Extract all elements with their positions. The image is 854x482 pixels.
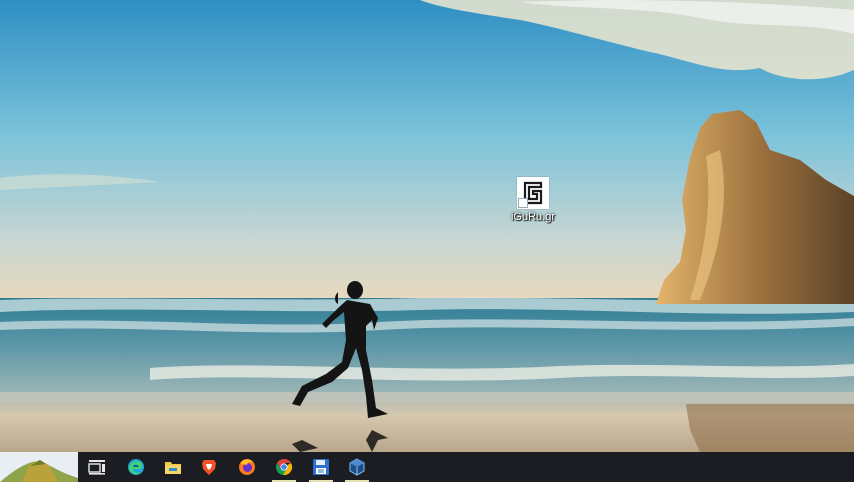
edge-browser-icon (128, 459, 144, 475)
firefox-icon (239, 459, 255, 475)
taskbar-firefox[interactable] (229, 452, 265, 482)
start-button[interactable] (0, 452, 78, 482)
taskbar-virtualbox[interactable] (339, 452, 375, 482)
taskbar-chrome[interactable] (266, 452, 302, 482)
chrome-icon (275, 458, 293, 476)
file-explorer-icon (165, 462, 181, 474)
wallpaper-image (0, 0, 854, 452)
taskbar-file-explorer[interactable] (155, 452, 191, 482)
desktop-shortcut-iguru[interactable]: iGuRu.gr (503, 175, 563, 224)
taskbar-brave[interactable] (191, 452, 227, 482)
desktop-icon-label: iGuRu.gr (510, 211, 556, 223)
virtualbox-icon (349, 458, 365, 476)
taskbar (0, 452, 854, 482)
taskbar-task-view[interactable] (79, 452, 115, 482)
iguru-shortcut-icon (517, 177, 549, 209)
taskbar-save-app[interactable] (303, 452, 339, 482)
task-view-icon (88, 460, 105, 475)
taskbar-edge[interactable] (118, 452, 154, 482)
desktop[interactable]: iGuRu.gr (0, 0, 854, 452)
shortcut-arrow-icon (518, 198, 528, 208)
start-landscape-thumbnail (0, 452, 78, 482)
floppy-save-app-icon (313, 459, 329, 475)
brave-browser-icon (202, 460, 216, 475)
